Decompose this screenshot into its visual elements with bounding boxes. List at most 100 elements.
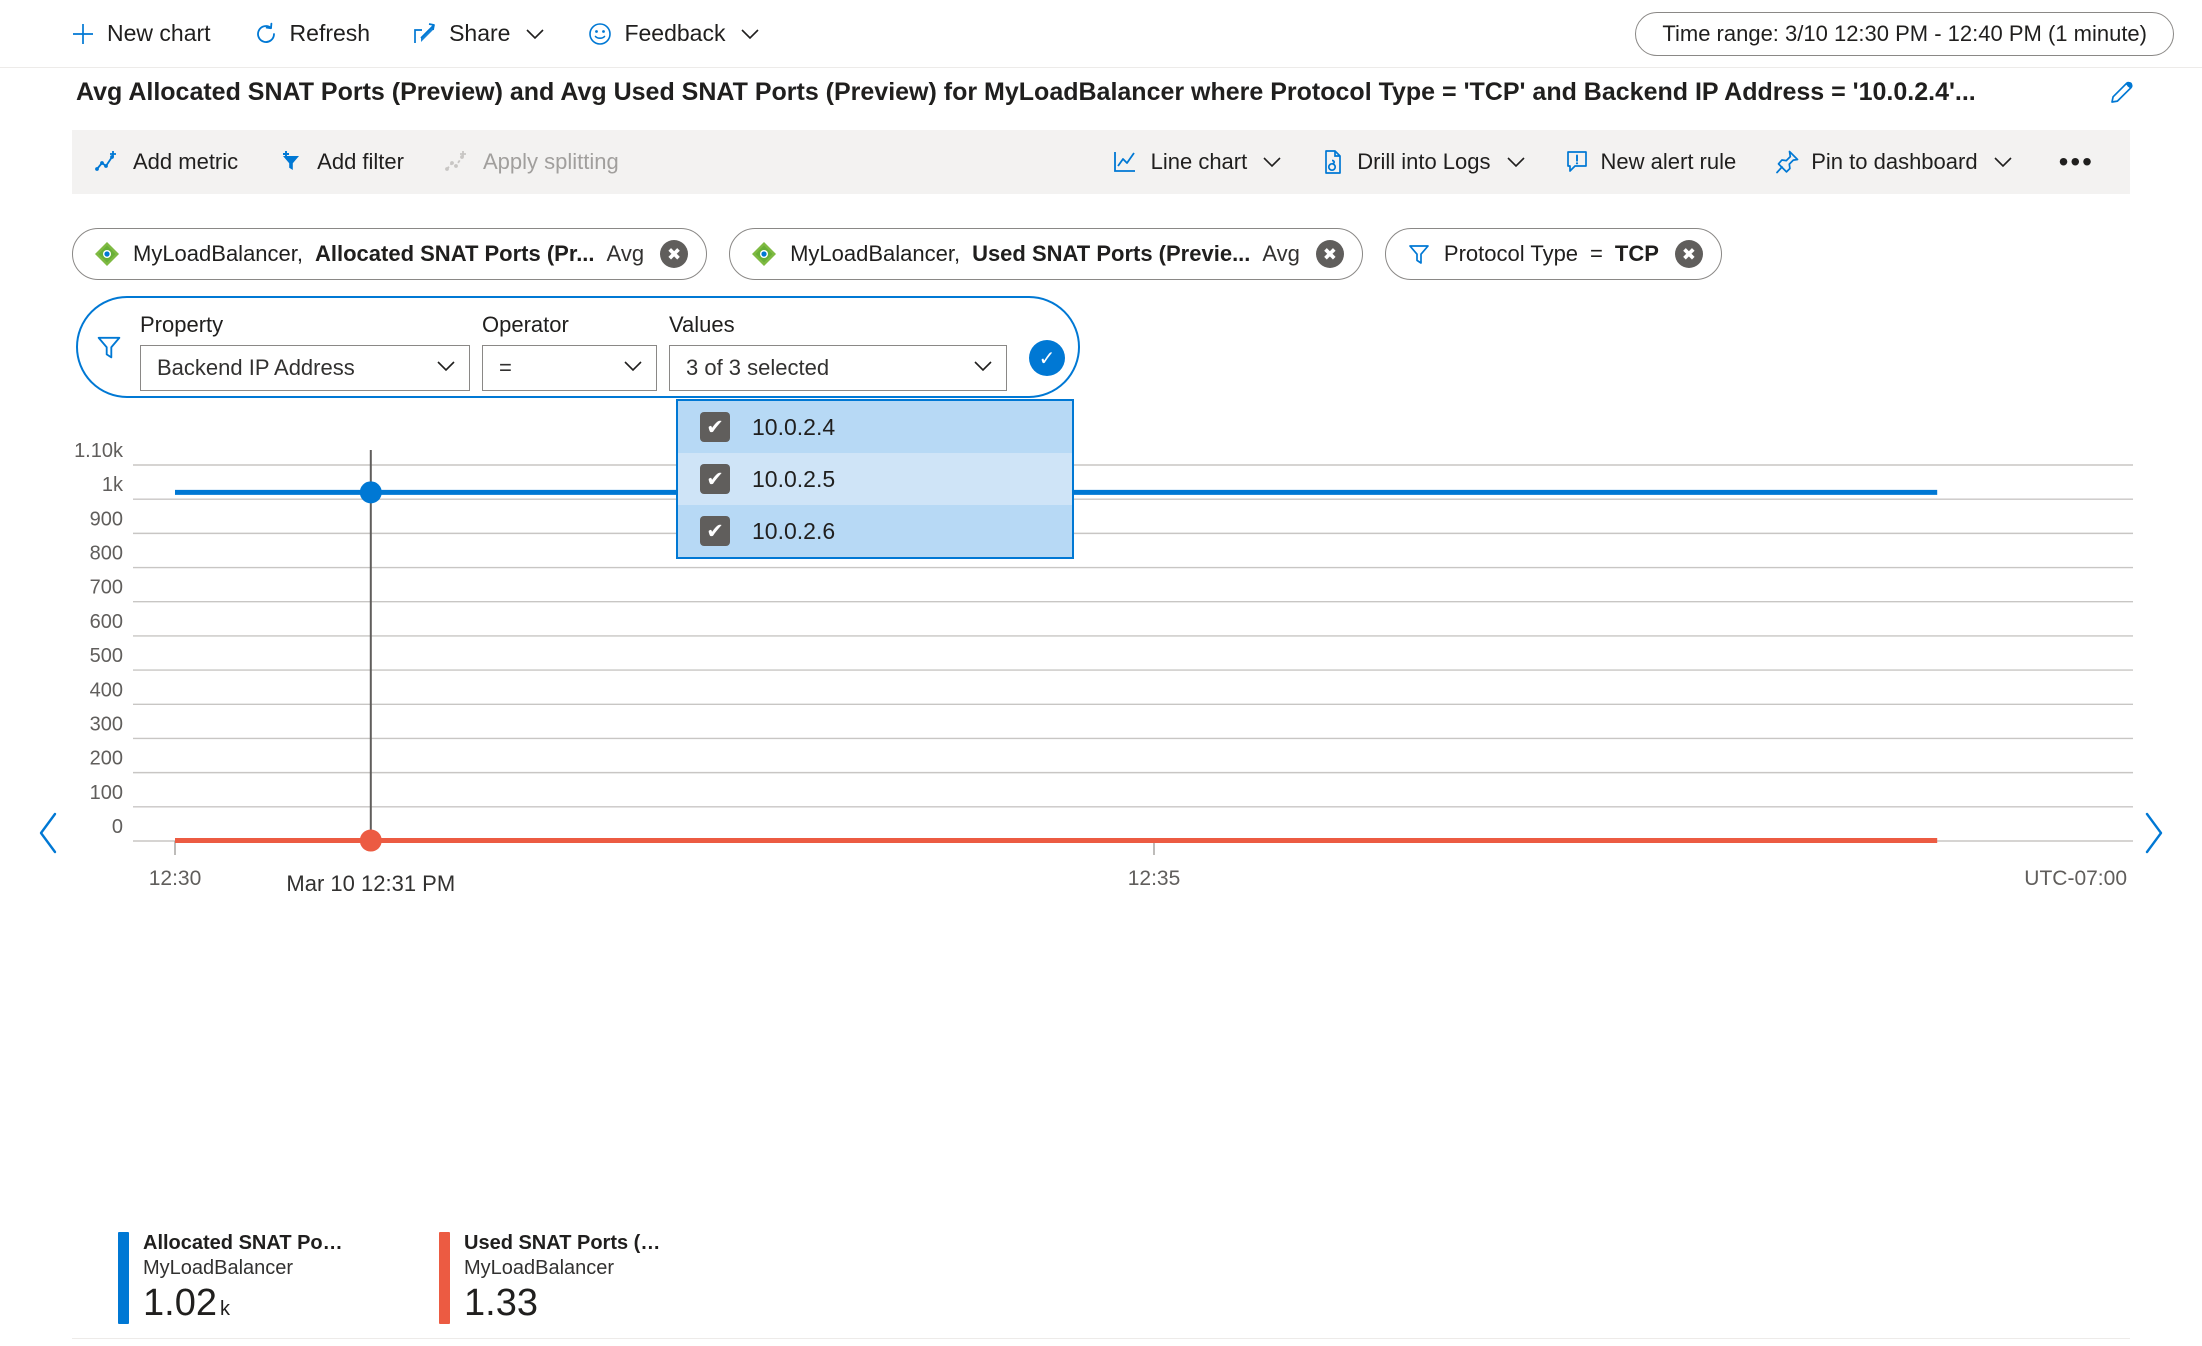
filter-values-label: Values [669, 312, 735, 337]
chart-toolbar-left: Add metric Add filter Apply splitting [94, 149, 619, 175]
line-chart-label: Line chart [1150, 149, 1248, 174]
chevron-down-icon [622, 357, 644, 379]
funnel-icon [1406, 241, 1432, 267]
dropdown-option-1[interactable]: ✔ 10.0.2.5 [678, 453, 1072, 505]
add-filter-icon [278, 149, 306, 175]
dropdown-option-label: 10.0.2.5 [752, 465, 836, 492]
filter-property-label: Property [140, 312, 224, 337]
smiley-icon [587, 21, 613, 47]
share-icon [412, 21, 438, 47]
chart-timezone-label: UTC-07:00 [2024, 867, 2127, 890]
add-filter-label: Add filter [317, 149, 404, 174]
filter-editor: Property Backend IP Address Operator = V… [76, 296, 1080, 398]
drill-into-logs-button[interactable]: Drill into Logs [1320, 149, 1525, 175]
legend-metric-name: Allocated SNAT Ports... [143, 1232, 343, 1254]
chevron-down-icon [740, 27, 760, 41]
checkbox-checked-icon[interactable]: ✔ [700, 412, 730, 442]
y-axis-tick-label: 700 [90, 577, 123, 599]
filter-operator-select[interactable]: = [482, 345, 657, 391]
checkbox-checked-icon[interactable]: ✔ [700, 516, 730, 546]
metric-chip-metric: Used SNAT Ports (Previe... [972, 241, 1251, 266]
y-axis-tick-label: 400 [90, 679, 123, 701]
close-icon[interactable]: ✖ [1315, 240, 1344, 268]
dropdown-option-0[interactable]: ✔ 10.0.2.4 [678, 401, 1072, 453]
time-range-picker[interactable]: Time range: 3/10 12:30 PM - 12:40 PM (1 … [1635, 12, 2174, 56]
filter-apply-button[interactable]: ✓ [1029, 340, 1065, 376]
apply-splitting-label: Apply splitting [482, 149, 619, 174]
dropdown-option-label: 10.0.2.6 [752, 517, 836, 544]
filter-values-select[interactable]: 3 of 3 selected [669, 345, 1007, 391]
legend-value-unit: k [219, 1298, 230, 1320]
legend-color-swatch [439, 1232, 450, 1324]
legend-item-allocated[interactable]: Allocated SNAT Ports... MyLoadBalancer 1… [118, 1232, 343, 1324]
y-axis-tick-label: 800 [90, 543, 123, 565]
pin-icon [1774, 149, 1800, 175]
apply-splitting-icon [444, 149, 472, 175]
add-metric-label: Add metric [133, 149, 239, 174]
filter-property-select[interactable]: Backend IP Address [140, 345, 470, 391]
legend-item-used[interactable]: Used SNAT Ports (Pre... MyLoadBalancer 1… [439, 1232, 664, 1324]
hover-marker-1 [359, 829, 382, 852]
chevron-down-icon [1506, 155, 1526, 169]
y-axis-tick-label: 1k [102, 474, 124, 496]
metric-chip-resource: MyLoadBalancer, [790, 241, 961, 266]
new-chart-label: New chart [107, 20, 211, 46]
legend-resource-name: MyLoadBalancer [464, 1257, 615, 1279]
pencil-icon[interactable] [2108, 78, 2136, 106]
legend-value: 1.02 k [143, 1284, 343, 1322]
new-chart-button[interactable]: New chart [66, 10, 215, 58]
metrics-chart[interactable]: 0 100 200 300 400 500 600 700 800 900 1k 1.10k 12:30… [0, 440, 2202, 1230]
share-label: Share [449, 20, 511, 46]
y-axis-tick-label: 0 [112, 816, 123, 838]
filter-operator-field: Operator = [482, 312, 657, 391]
add-filter-button[interactable]: Add filter [278, 149, 404, 175]
drill-logs-icon [1320, 149, 1346, 175]
legend-value-number: 1.33 [464, 1282, 538, 1324]
filter-chip-operator: = [1590, 241, 1603, 266]
time-range-label: Time range: 3/10 12:30 PM - 12:40 PM (1 … [1662, 21, 2147, 46]
feedback-button[interactable]: Feedback [583, 10, 764, 58]
page-title: Avg Allocated SNAT Ports (Preview) and A… [76, 77, 1976, 106]
x-axis-tick-label: 12:30 [149, 867, 202, 890]
chevron-down-icon [1262, 155, 1282, 169]
metric-chips-row: MyLoadBalancer, Allocated SNAT Ports (Pr… [72, 228, 1722, 280]
filter-operator-label: Operator [482, 312, 569, 337]
filter-chip-protocol-type[interactable]: Protocol Type = TCP ✖ [1384, 228, 1722, 280]
metric-chip-aggregation: Avg [1262, 241, 1300, 266]
chart-toolbar-right: Line chart Drill into Logs New alert rul… [1112, 146, 2108, 178]
chart-toolbar: Add metric Add filter Apply splitting Li… [72, 130, 2130, 194]
metric-chip-used-snat-ports[interactable]: MyLoadBalancer, Used SNAT Ports (Previe.… [729, 228, 1363, 280]
share-button[interactable]: Share [408, 10, 549, 58]
legend-value-number: 1.02 [143, 1282, 217, 1324]
feedback-label: Feedback [624, 20, 726, 46]
hover-timestamp-label: Mar 10 12:31 PM [286, 871, 455, 896]
pin-to-dashboard-button[interactable]: Pin to dashboard [1774, 149, 2012, 175]
refresh-button[interactable]: Refresh [249, 10, 375, 58]
filter-property-field: Property Backend IP Address [140, 312, 470, 391]
close-icon[interactable]: ✖ [660, 240, 689, 268]
chevron-down-icon [972, 357, 994, 379]
dropdown-option-label: 10.0.2.4 [752, 413, 836, 440]
funnel-icon [78, 298, 140, 396]
refresh-label: Refresh [289, 20, 371, 46]
y-axis-tick-label: 300 [90, 713, 123, 735]
more-commands-button[interactable]: ••• [2051, 146, 2102, 178]
alert-rule-icon [1564, 149, 1590, 175]
load-balancer-icon [93, 240, 121, 268]
pin-to-dashboard-label: Pin to dashboard [1811, 149, 1978, 174]
chart-canvas[interactable]: 0 100 200 300 400 500 600 700 800 900 1k 1.10k 12:30… [0, 440, 2202, 1230]
new-alert-rule-button[interactable]: New alert rule [1564, 149, 1736, 175]
add-metric-icon [94, 149, 122, 175]
x-axis-tick-label: 12:35 [1128, 867, 1181, 890]
legend-metric-name: Used SNAT Ports (Pre... [464, 1232, 664, 1254]
add-metric-button[interactable]: Add metric [94, 149, 238, 175]
y-axis-tick-label: 100 [90, 782, 123, 804]
y-axis-tick-label: 200 [90, 748, 123, 770]
close-icon[interactable]: ✖ [1674, 240, 1703, 268]
metric-chip-allocated-snat-ports[interactable]: MyLoadBalancer, Allocated SNAT Ports (Pr… [72, 228, 708, 280]
legend-value: 1.33 [464, 1284, 664, 1322]
dropdown-option-2[interactable]: ✔ 10.0.2.6 [678, 505, 1072, 557]
checkbox-checked-icon[interactable]: ✔ [700, 464, 730, 494]
apply-splitting-button[interactable]: Apply splitting [444, 149, 619, 175]
line-chart-button[interactable]: Line chart [1112, 149, 1283, 175]
